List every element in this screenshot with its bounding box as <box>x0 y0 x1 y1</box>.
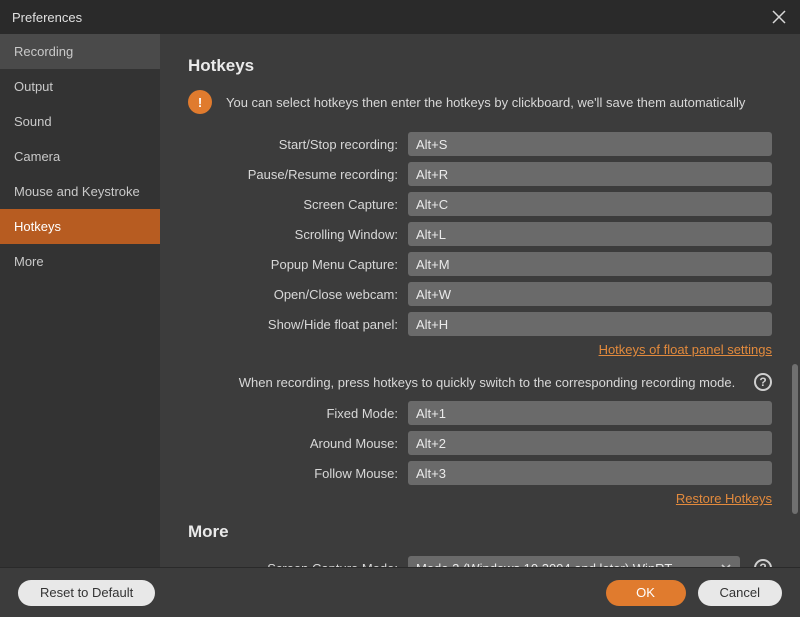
hotkey-input-screen-capture[interactable] <box>408 192 772 216</box>
field-label: Scrolling Window: <box>188 227 408 242</box>
field-scrolling-window: Scrolling Window: <box>188 222 772 246</box>
alert-icon: ! <box>188 90 212 114</box>
sidebar-item-label: More <box>14 254 44 269</box>
field-around-mouse: Around Mouse: <box>188 431 772 455</box>
sidebar-item-mouse-keystroke[interactable]: Mouse and Keystroke <box>0 174 160 209</box>
float-panel-settings-link[interactable]: Hotkeys of float panel settings <box>599 342 772 357</box>
footer: Reset to Default OK Cancel <box>0 567 800 617</box>
reset-to-default-button[interactable]: Reset to Default <box>18 580 155 606</box>
sidebar-item-label: Sound <box>14 114 52 129</box>
more-heading: More <box>188 522 772 542</box>
hotkeys-heading: Hotkeys <box>188 56 772 76</box>
content-scroll[interactable]: Hotkeys ! You can select hotkeys then en… <box>160 34 800 567</box>
restore-hotkeys-link[interactable]: Restore Hotkeys <box>676 491 772 506</box>
sidebar: Recording Output Sound Camera Mouse and … <box>0 34 160 567</box>
help-icon[interactable]: ? <box>754 373 772 391</box>
hotkey-input-float-panel[interactable] <box>408 312 772 336</box>
field-fixed-mode: Fixed Mode: <box>188 401 772 425</box>
close-icon[interactable] <box>770 8 788 26</box>
sidebar-item-label: Output <box>14 79 53 94</box>
hotkey-input-pause-resume[interactable] <box>408 162 772 186</box>
help-icon[interactable]: ? <box>754 559 772 567</box>
hotkey-input-around-mouse[interactable] <box>408 431 772 455</box>
sidebar-item-label: Camera <box>14 149 60 164</box>
hotkey-input-scrolling-window[interactable] <box>408 222 772 246</box>
hotkey-input-follow-mouse[interactable] <box>408 461 772 485</box>
field-label: Fixed Mode: <box>188 406 408 421</box>
mode-hint-text: When recording, press hotkeys to quickly… <box>188 375 746 390</box>
field-webcam: Open/Close webcam: <box>188 282 772 306</box>
body: Recording Output Sound Camera Mouse and … <box>0 34 800 567</box>
mode-hint-row: When recording, press hotkeys to quickly… <box>188 373 772 391</box>
restore-link-row: Restore Hotkeys <box>188 491 772 506</box>
sidebar-item-more[interactable]: More <box>0 244 160 279</box>
field-label: Start/Stop recording: <box>188 137 408 152</box>
cancel-button[interactable]: Cancel <box>698 580 782 606</box>
field-follow-mouse: Follow Mouse: <box>188 461 772 485</box>
sidebar-item-label: Mouse and Keystroke <box>14 184 140 199</box>
capture-mode-select[interactable]: Mode 2 (Windows 10 2004 and later) WinRT <box>408 556 740 567</box>
content-wrap: Hotkeys ! You can select hotkeys then en… <box>160 34 800 567</box>
field-label: Popup Menu Capture: <box>188 257 408 272</box>
field-start-stop: Start/Stop recording: <box>188 132 772 156</box>
ok-button[interactable]: OK <box>606 580 686 606</box>
hotkey-input-fixed-mode[interactable] <box>408 401 772 425</box>
field-pause-resume: Pause/Resume recording: <box>188 162 772 186</box>
field-label: Open/Close webcam: <box>188 287 408 302</box>
hotkey-input-popup-menu[interactable] <box>408 252 772 276</box>
chevron-down-icon <box>720 561 732 568</box>
sidebar-item-label: Recording <box>14 44 73 59</box>
field-label: Around Mouse: <box>188 436 408 451</box>
field-float-panel: Show/Hide float panel: <box>188 312 772 336</box>
field-label: Pause/Resume recording: <box>188 167 408 182</box>
titlebar: Preferences <box>0 0 800 34</box>
sidebar-item-sound[interactable]: Sound <box>0 104 160 139</box>
hotkeys-hint-text: You can select hotkeys then enter the ho… <box>226 95 745 110</box>
window-title: Preferences <box>12 10 770 25</box>
field-label: Show/Hide float panel: <box>188 317 408 332</box>
field-popup-menu: Popup Menu Capture: <box>188 252 772 276</box>
preferences-window: Preferences Recording Output Sound Camer… <box>0 0 800 617</box>
float-panel-link-row: Hotkeys of float panel settings <box>188 342 772 357</box>
scrollbar-track[interactable] <box>792 34 798 567</box>
hotkeys-hint-row: ! You can select hotkeys then enter the … <box>188 90 772 114</box>
sidebar-item-label: Hotkeys <box>14 219 61 234</box>
select-value: Mode 2 (Windows 10 2004 and later) WinRT <box>416 561 672 568</box>
sidebar-item-hotkeys[interactable]: Hotkeys <box>0 209 160 244</box>
hotkey-input-start-stop[interactable] <box>408 132 772 156</box>
hotkey-input-webcam[interactable] <box>408 282 772 306</box>
field-screen-capture: Screen Capture: <box>188 192 772 216</box>
field-label: Screen Capture: <box>188 197 408 212</box>
sidebar-item-camera[interactable]: Camera <box>0 139 160 174</box>
field-label: Screen Capture Mode: <box>188 561 408 568</box>
sidebar-item-recording[interactable]: Recording <box>0 34 160 69</box>
sidebar-item-output[interactable]: Output <box>0 69 160 104</box>
scrollbar-thumb[interactable] <box>792 364 798 514</box>
field-capture-mode: Screen Capture Mode: Mode 2 (Windows 10 … <box>188 556 772 567</box>
field-label: Follow Mouse: <box>188 466 408 481</box>
